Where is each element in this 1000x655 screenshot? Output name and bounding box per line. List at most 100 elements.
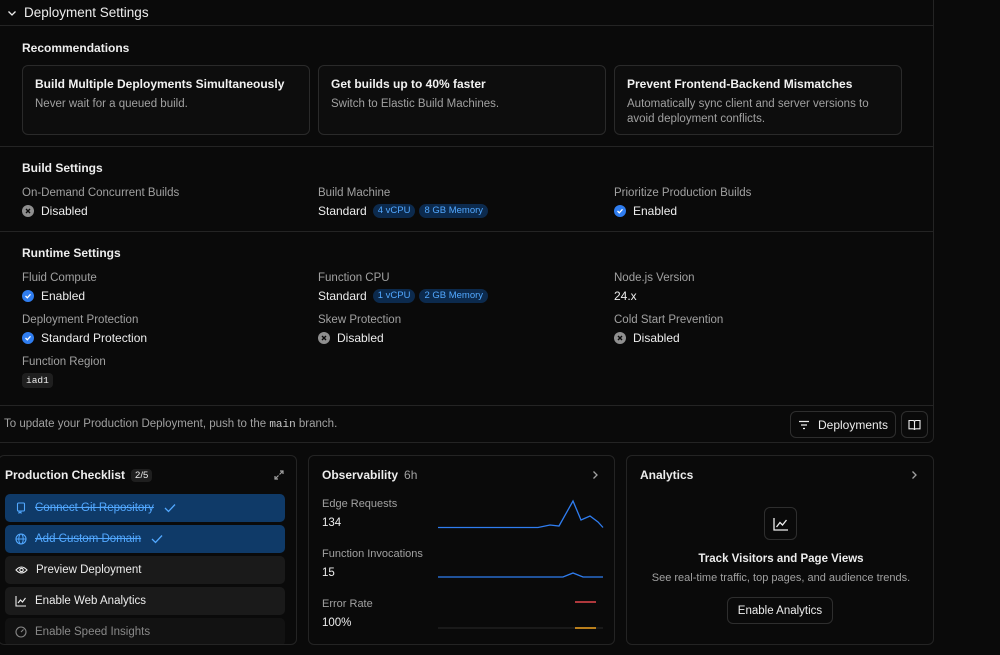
checklist-count-badge: 2/5 — [131, 468, 153, 482]
function-invocations-sparkline — [438, 572, 603, 578]
analytics-heading: Track Visitors and Page Views — [698, 553, 864, 565]
expand-icon[interactable] — [274, 470, 284, 480]
setting-label: Node.js Version — [614, 272, 695, 284]
metric-function-invocations: Function Invocations 15 — [322, 548, 423, 579]
setting-label: Build Machine — [318, 187, 391, 199]
checklist-title: Production Checklist — [5, 468, 126, 482]
check-icon — [151, 534, 171, 544]
recommendation-title: Get builds up to 40% faster — [331, 77, 486, 91]
metric-value: 100% — [322, 617, 352, 629]
runtime-settings-title: Runtime Settings — [22, 246, 121, 260]
recommendations-title: Recommendations — [22, 41, 130, 55]
setting-build-machine: Build Machine Standard 4 vCPU 8 GB Memor… — [318, 187, 614, 218]
checklist-item-label: Connect Git Repository — [35, 502, 154, 514]
filter-icon — [798, 420, 810, 430]
enabled-check-icon — [22, 290, 34, 302]
chevron-right-icon — [910, 470, 918, 480]
checklist-item-preview-deployment[interactable]: Preview Deployment — [5, 556, 285, 584]
setting-prioritize-builds: Prioritize Production Builds Enabled — [614, 187, 910, 218]
cpu-badge: 4 vCPU — [372, 204, 416, 218]
analytics-description: See real-time traffic, top pages, and au… — [651, 572, 911, 584]
setting-skew-protection: Skew Protection Disabled — [318, 314, 614, 345]
metric-value: 134 — [322, 517, 342, 529]
metric-edge-requests: Edge Requests 134 — [322, 498, 397, 529]
deployments-button[interactable]: Deployments — [790, 411, 896, 438]
observability-card[interactable]: Observability 6h Edge Requests 134 Funct… — [308, 455, 615, 645]
metric-error-rate: Error Rate 100% — [322, 598, 373, 629]
disabled-x-icon — [614, 332, 626, 344]
deployment-footer: To update your Production Deployment, pu… — [0, 405, 934, 443]
setting-value: Standard — [318, 204, 367, 218]
metric-value: 15 — [322, 567, 335, 579]
chart-icon — [15, 596, 26, 607]
book-icon — [908, 419, 921, 431]
checklist-item-label: Preview Deployment — [36, 564, 142, 576]
error-rate-sparkline — [438, 601, 603, 629]
memory-badge: 2 GB Memory — [419, 289, 489, 303]
observability-title: Observability — [322, 468, 399, 482]
setting-fluid-compute: Fluid Compute Enabled — [22, 272, 318, 303]
chevron-down-icon — [6, 7, 18, 19]
checklist-item-label: Add Custom Domain — [35, 533, 142, 545]
metric-label: Function Invocations — [322, 548, 423, 560]
footer-text: To update your Production Deployment, pu… — [4, 418, 337, 431]
build-settings-title: Build Settings — [22, 161, 103, 175]
recommendation-desc: Never wait for a queued build. — [35, 98, 188, 110]
deployment-settings-header[interactable]: Deployment Settings — [0, 0, 933, 26]
checklist-item-label: Enable Speed Insights — [35, 626, 151, 638]
globe-icon — [15, 533, 27, 545]
recommendation-card-concurrent[interactable]: Build Multiple Deployments Simultaneousl… — [22, 65, 310, 135]
setting-label: Fluid Compute — [22, 272, 97, 284]
deployment-settings-title: Deployment Settings — [24, 5, 149, 20]
recommendation-card-skew[interactable]: Prevent Frontend-Backend Mismatches Auto… — [614, 65, 902, 135]
build-settings-section: Build Settings On-Demand Concurrent Buil… — [0, 147, 933, 232]
checklist-item-label: Enable Web Analytics — [35, 595, 147, 607]
setting-label: Function CPU — [318, 272, 390, 284]
deployments-button-label: Deployments — [817, 417, 889, 432]
setting-function-cpu: Function CPU Standard 1 vCPU 2 GB Memory — [318, 272, 614, 303]
chevron-right-icon — [591, 470, 599, 480]
recommendation-title: Prevent Frontend-Backend Mismatches — [627, 77, 853, 91]
production-checklist-card: Production Checklist 2/5 Connect Git Rep… — [0, 455, 297, 645]
enable-analytics-button[interactable]: Enable Analytics — [727, 597, 833, 624]
checklist-item-web-analytics[interactable]: Enable Web Analytics — [5, 587, 285, 615]
check-icon — [164, 503, 184, 513]
branch-name: main — [269, 419, 296, 431]
analytics-chart-icon — [764, 507, 797, 540]
setting-value: Standard — [318, 289, 367, 303]
analytics-card[interactable]: Analytics Track Visitors and Page Views … — [626, 455, 934, 645]
recommendation-desc: Switch to Elastic Build Machines. — [331, 98, 500, 110]
setting-cold-start: Cold Start Prevention Disabled — [614, 314, 910, 345]
recommendation-desc: Automatically sync client and server ver… — [627, 98, 869, 125]
recommendation-card-faster-builds[interactable]: Get builds up to 40% faster Switch to El… — [318, 65, 606, 135]
checklist-item-connect-git[interactable]: Connect Git Repository — [5, 494, 285, 522]
metric-label: Error Rate — [322, 598, 373, 610]
eye-icon — [15, 566, 28, 574]
footer-text-after: branch. — [295, 418, 338, 430]
page: Deployment Settings Recommendations Buil… — [0, 0, 1000, 655]
disabled-x-icon — [22, 205, 34, 217]
setting-label: Deployment Protection — [22, 314, 139, 326]
setting-label: Function Region — [22, 356, 106, 368]
checklist-item-speed-insights[interactable]: Enable Speed Insights — [5, 618, 285, 644]
footer-text-before: To update your Production Deployment, pu… — [4, 418, 270, 430]
setting-value: Standard Protection — [41, 331, 148, 345]
setting-label: On-Demand Concurrent Builds — [22, 187, 180, 199]
recommendation-title: Build Multiple Deployments Simultaneousl… — [35, 77, 285, 91]
metric-label: Edge Requests — [322, 498, 398, 510]
runtime-settings-section: Runtime Settings Fluid Compute Enabled F… — [0, 232, 933, 405]
setting-label: Prioritize Production Builds — [614, 187, 752, 199]
enabled-check-icon — [22, 332, 34, 344]
cpu-badge: 1 vCPU — [372, 289, 416, 303]
setting-node-version: Node.js Version 24.x — [614, 272, 910, 303]
checklist-item-custom-domain[interactable]: Add Custom Domain — [5, 525, 285, 553]
docs-button[interactable] — [901, 411, 928, 438]
setting-value: 24.x — [614, 289, 637, 303]
setting-value: Enabled — [633, 204, 678, 218]
edge-requests-sparkline — [438, 499, 604, 529]
setting-function-region: Function Region iad1 — [22, 356, 911, 388]
setting-label: Cold Start Prevention — [614, 314, 724, 326]
setting-deployment-protection: Deployment Protection Standard Protectio… — [22, 314, 318, 345]
disabled-x-icon — [318, 332, 330, 344]
setting-concurrent-builds: On-Demand Concurrent Builds Disabled — [22, 187, 318, 218]
